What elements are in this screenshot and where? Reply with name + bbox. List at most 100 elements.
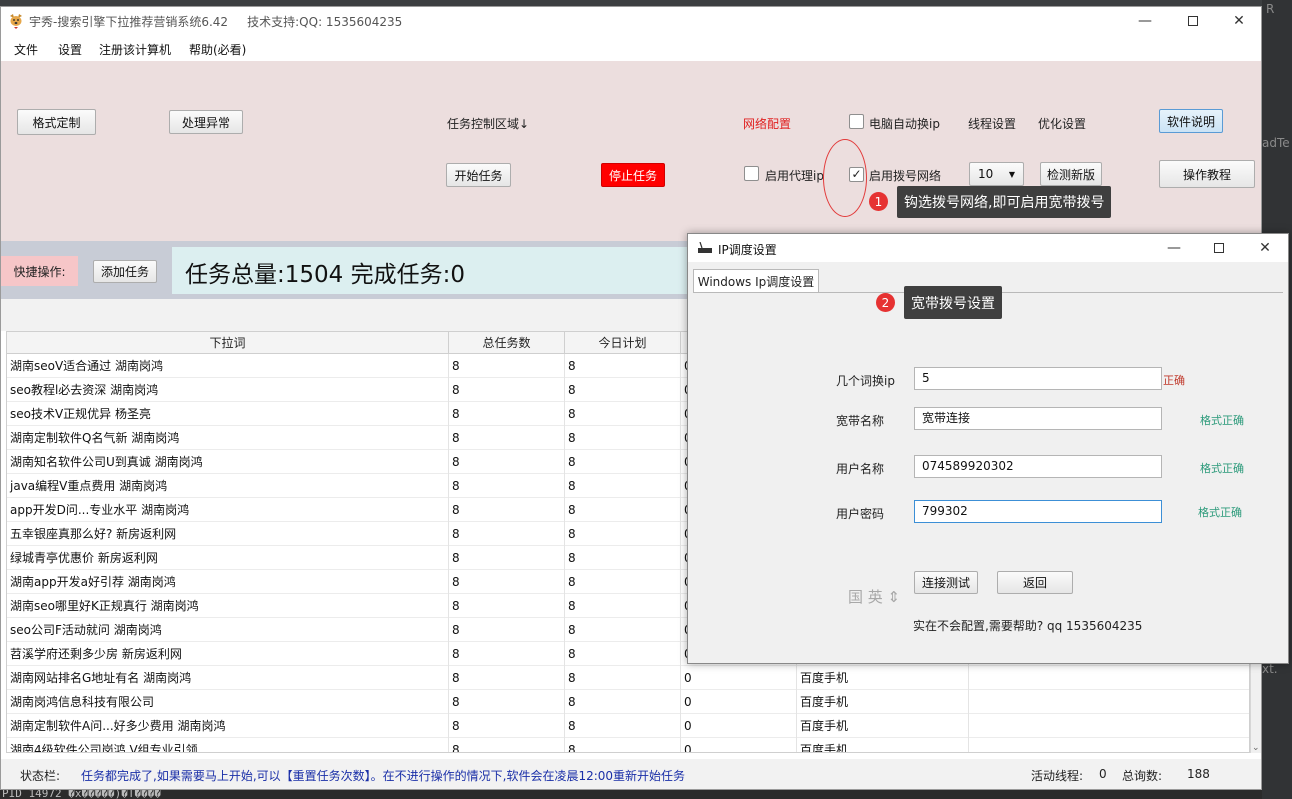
col-header-keyword[interactable]: 下拉词 [7, 332, 449, 354]
words-per-ip-label: 几个词换ip [836, 374, 895, 388]
table-row[interactable]: 湖南岗鸿信息科技有限公司 8 8 0 百度手机 [7, 690, 1249, 714]
ide-fragment: xt. [1262, 662, 1278, 676]
format-button[interactable]: 格式定制 [17, 109, 96, 135]
table-cell: 8 [565, 426, 681, 450]
table-cell: 8 [449, 738, 565, 752]
words-per-ip-field[interactable]: 5 [914, 367, 1162, 390]
task-stats-panel: 任务总量:1504 完成任务:0 [172, 247, 692, 294]
table-cell: 8 [565, 450, 681, 474]
table-cell: 8 [449, 714, 565, 738]
table-cell: 湖南知名软件公司U到真诚 湖南岗鸿 [7, 450, 449, 474]
dialog-close-button[interactable]: ✕ [1242, 234, 1288, 262]
maximize-button[interactable] [1170, 7, 1216, 35]
menu-bar: 文件 设置 注册该计算机 帮助(必看) [1, 35, 1261, 61]
table-cell: 0 [681, 666, 797, 690]
add-task-button[interactable]: 添加任务 [93, 260, 157, 283]
table-cell: 湖南岗鸿信息科技有限公司 [7, 690, 449, 714]
broadband-name-field[interactable]: 宽带连接 [914, 407, 1162, 430]
table-cell: 湖南网站排名G地址有名 湖南岗鸿 [7, 666, 449, 690]
task-stats-text: 任务总量:1504 完成任务:0 [185, 262, 465, 288]
username-field[interactable]: 074589920302 [914, 455, 1162, 478]
ide-console-text: PID 14972 �x�����)�T���� [2, 790, 161, 799]
table-row[interactable]: 湖南定制软件A问...好多少费用 湖南岗鸿 8 8 0 百度手机 [7, 714, 1249, 738]
col-header-total[interactable]: 总任务数 [449, 332, 565, 354]
table-cell: 8 [449, 546, 565, 570]
dial-highlight-ellipse [823, 139, 867, 217]
table-cell: 湖南定制软件A问...好多少费用 湖南岗鸿 [7, 714, 449, 738]
table-cell: 8 [565, 354, 681, 378]
table-cell: 8 [449, 642, 565, 666]
router-icon [698, 242, 712, 253]
table-cell: 0 [681, 690, 797, 714]
table-cell: 8 [565, 474, 681, 498]
step-badge-2: 2 [876, 293, 895, 312]
dialog-minimize-button[interactable]: — [1151, 234, 1197, 262]
table-cell: 8 [449, 402, 565, 426]
table-cell: 湖南app开发a好引荐 湖南岗鸿 [7, 570, 449, 594]
table-cell: 8 [565, 714, 681, 738]
menu-register[interactable]: 注册该计算机 [99, 41, 171, 58]
thread-settings-label: 线程设置 [968, 117, 1017, 131]
table-cell: 8 [565, 522, 681, 546]
menu-file[interactable]: 文件 [14, 41, 38, 58]
table-cell: app开发D问...专业水平 湖南岗鸿 [7, 498, 449, 522]
stop-task-button[interactable]: 停止任务 [601, 163, 665, 187]
thread-count-value: 10 [978, 167, 994, 181]
scroll-down-icon[interactable]: ⌄ [1252, 743, 1260, 753]
status-message: 任务都完成了,如果需要马上开始,可以【重置任务次数】。在不进行操作的情况下,软件… [81, 769, 686, 783]
minimize-icon: — [1138, 13, 1152, 29]
table-cell: 8 [449, 618, 565, 642]
window-title: 宇秀-搜索引擎下拉推荐营销系统6.42 技术支持:QQ: 1535604235 [29, 13, 402, 30]
table-cell: 绿城青亭优惠价 新房返利网 [7, 546, 449, 570]
dialog-maximize-button[interactable] [1196, 234, 1242, 262]
back-button[interactable]: 返回 [997, 571, 1073, 594]
start-task-button[interactable]: 开始任务 [446, 163, 511, 187]
table-cell: 0 [681, 714, 797, 738]
table-cell: 8 [565, 738, 681, 752]
handle-error-button[interactable]: 处理异常 [169, 110, 243, 134]
tutorial-button[interactable]: 操作教程 [1159, 160, 1255, 188]
table-cell: 苕溪学府还剩多少房 新房返利网 [7, 642, 449, 666]
table-row[interactable]: 湖南网站排名G地址有名 湖南岗鸿 8 8 0 百度手机 [7, 666, 1249, 690]
network-config-label: 网络配置 [743, 117, 792, 131]
step-badge-1: 1 [869, 192, 888, 211]
password-field[interactable]: 799302 [914, 500, 1162, 523]
close-icon: ✕ [1233, 13, 1245, 29]
table-cell: 8 [449, 666, 565, 690]
password-label: 用户密码 [836, 507, 885, 521]
title-bar: 宇秀-搜索引擎下拉推荐营销系统6.42 技术支持:QQ: 1535604235 … [1, 7, 1261, 35]
menu-settings[interactable]: 设置 [58, 41, 82, 58]
auto-ip-label: 电脑自动换ip [869, 117, 940, 131]
dialog-title-bar: IP调度设置 — ✕ [688, 234, 1288, 262]
table-cell: 湖南定制软件Q名气新 湖南岗鸿 [7, 426, 449, 450]
proxy-ip-label: 启用代理ip [765, 169, 824, 183]
table-cell: 湖南seo哪里好K正规真行 湖南岗鸿 [7, 594, 449, 618]
status-label: 状态栏: [20, 769, 61, 783]
table-cell: 湖南seoV适合通过 湖南岗鸿 [7, 354, 449, 378]
col-header-today[interactable]: 今日计划 [565, 332, 681, 354]
table-cell: 8 [449, 450, 565, 474]
table-cell: 8 [565, 402, 681, 426]
table-cell: 8 [565, 498, 681, 522]
active-threads-label: 活动线程: [1031, 769, 1084, 783]
table-cell: 8 [565, 690, 681, 714]
table-row[interactable]: 湖南4级软件公司岗鸿 V组专业引领 8 8 0 百度手机 [7, 738, 1249, 752]
table-cell: 8 [449, 378, 565, 402]
check-update-button[interactable]: 检测新版 [1040, 162, 1102, 186]
table-cell: 8 [565, 570, 681, 594]
minimize-button[interactable]: — [1122, 7, 1168, 35]
table-cell: 百度手机 [797, 690, 969, 714]
table-cell: 8 [449, 354, 565, 378]
connect-test-button[interactable]: 连接测试 [914, 571, 978, 594]
software-help-button[interactable]: 软件说明 [1159, 109, 1223, 133]
table-cell: 8 [565, 618, 681, 642]
table-cell: java编程V重点费用 湖南岗鸿 [7, 474, 449, 498]
ide-fragment: adTe [1262, 136, 1290, 150]
menu-help[interactable]: 帮助(必看) [189, 41, 246, 58]
proxy-ip-checkbox[interactable] [744, 166, 759, 181]
auto-ip-checkbox[interactable] [849, 114, 864, 129]
table-cell: 8 [449, 522, 565, 546]
close-button[interactable]: ✕ [1216, 7, 1262, 35]
thread-count-select[interactable]: 10 ▼ [969, 162, 1024, 186]
tab-windows-ip[interactable]: Windows Ip调度设置 [693, 269, 819, 293]
